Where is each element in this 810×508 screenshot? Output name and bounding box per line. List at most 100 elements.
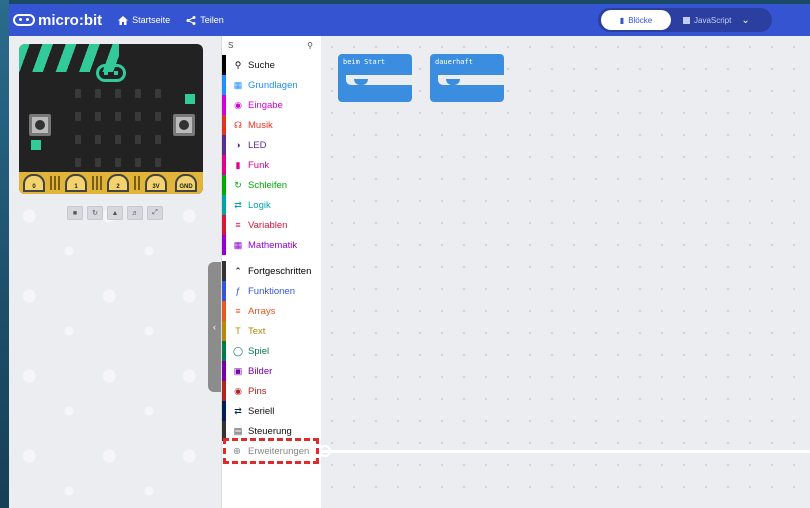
toolbox-search[interactable]: S ⚲ — [222, 36, 321, 55]
control-icon: ▤ — [233, 425, 243, 436]
led — [155, 112, 161, 121]
category-label: Eingabe — [248, 99, 283, 111]
category-spiel[interactable]: ◯ Spiel — [222, 341, 321, 361]
category-logik[interactable]: ⇄ Logik — [222, 195, 321, 215]
button-a[interactable] — [29, 114, 51, 136]
pin-3v[interactable]: 3V — [145, 174, 167, 192]
puzzle-icon: ▮ — [619, 15, 625, 25]
category-advanced[interactable]: ⌃ Fortgeschritten — [222, 261, 321, 281]
category-label: Funk — [248, 159, 270, 171]
pin-gnd[interactable]: GND — [175, 174, 197, 192]
category-label: Funktionen — [248, 285, 296, 297]
guide-line — [319, 450, 810, 453]
category-label: Schleifen — [248, 179, 288, 191]
simulator-controls: ■ ↻ ▲ ♬ ⤢ — [67, 206, 167, 220]
led — [135, 135, 141, 144]
category-musik[interactable]: ☊ Musik — [222, 115, 321, 135]
collapse-simulator-handle[interactable]: ‹ — [208, 262, 221, 392]
category-label: Arrays — [248, 305, 276, 317]
pin-0[interactable]: 0 — [23, 174, 45, 192]
restart-icon[interactable]: ↻ — [87, 206, 103, 220]
microbit-logo-icon — [13, 14, 35, 26]
javascript-mode-button[interactable]: JavaScript — [683, 16, 731, 25]
plus-circle-icon: ⊕ — [233, 445, 241, 457]
led — [115, 89, 121, 98]
share-label: Teilen — [200, 15, 224, 25]
blocks-mode-label: Blöcke — [628, 15, 653, 25]
brand-logo[interactable]: micro:bit — [13, 12, 102, 29]
category-eingabe[interactable]: ◉ Eingabe — [222, 95, 321, 115]
category-label: LED — [248, 139, 267, 151]
led — [135, 112, 141, 121]
category-text[interactable]: T Text — [222, 321, 321, 341]
led — [75, 89, 81, 98]
fullscreen-icon[interactable]: ⤢ — [147, 206, 163, 220]
pin-small — [92, 176, 94, 190]
category-pins[interactable]: ◉ Pins — [222, 381, 321, 401]
category-label: Spiel — [248, 345, 270, 357]
category-steuerung[interactable]: ▤ Steuerung — [222, 421, 321, 441]
category-seriell[interactable]: ⇄ Seriell — [222, 401, 321, 421]
pin-small — [96, 176, 98, 190]
stop-icon[interactable]: ■ — [67, 206, 83, 220]
signal-icon: ▮ — [235, 159, 241, 170]
category-variablen[interactable]: ≡ Variablen — [222, 215, 321, 235]
category-funktionen[interactable]: ƒ Funktionen — [222, 281, 321, 301]
category-label: Erweiterungen — [248, 445, 310, 457]
led — [115, 158, 121, 167]
category-label: Bilder — [248, 365, 273, 377]
toolbox: S ⚲ ⚲ Suche ▦ Grundlagen ◉ Eingabe ☊ Musik ◑ LED ▮… — [221, 36, 321, 508]
simulator-panel: 0 1 2 3V GND ■ ↻ ▲ ♬ ⤢ — [9, 36, 221, 508]
led — [95, 89, 101, 98]
led — [155, 89, 161, 98]
led — [75, 135, 81, 144]
search-icon: ⚲ — [234, 59, 242, 70]
category-suche[interactable]: ⚲ Suche — [222, 55, 321, 75]
editor-mode-toggle: ▮ Blöcke JavaScript ⌄ — [598, 8, 772, 32]
search-input[interactable]: S — [228, 41, 233, 50]
block-forever[interactable]: dauerhaft — [430, 54, 504, 102]
button-b[interactable] — [173, 114, 195, 136]
category-funk[interactable]: ▮ Funk — [222, 155, 321, 175]
brand-name: micro:bit — [38, 11, 103, 29]
block-workspace[interactable]: beim Start dauerhaft — [321, 36, 810, 508]
guide-dot — [319, 445, 331, 457]
pin-small — [134, 176, 136, 190]
led — [95, 112, 101, 121]
list-icon: ≡ — [235, 306, 241, 316]
search-icon: ⚲ — [307, 41, 313, 50]
home-button[interactable]: Startseite — [118, 15, 170, 25]
category-label: Steuerung — [248, 425, 292, 437]
category-grundlagen[interactable]: ▦ Grundlagen — [222, 75, 321, 95]
led — [135, 89, 141, 98]
category-mathematik[interactable]: ▦ Mathematik — [222, 235, 321, 255]
button-b-label — [185, 94, 195, 104]
share-button[interactable]: Teilen — [186, 15, 224, 25]
category-extensions[interactable]: ⊕ Erweiterungen — [222, 441, 321, 461]
pin-1[interactable]: 1 — [65, 174, 87, 192]
board-logo-icon[interactable] — [96, 64, 126, 82]
chevron-left-icon: ‹ — [213, 322, 216, 332]
blocks-mode-button[interactable]: ▮ Blöcke — [601, 10, 671, 30]
pin-2[interactable]: 2 — [107, 174, 129, 192]
calculator-icon: ▦ — [233, 239, 243, 250]
list-icon: ≡ — [235, 220, 241, 230]
category-label: Musik — [248, 119, 273, 131]
chevron-down-icon[interactable]: ⌄ — [741, 15, 749, 26]
share-icon — [186, 15, 196, 25]
led-matrix — [75, 89, 161, 167]
usb-icon: ⇄ — [234, 405, 242, 416]
led — [115, 112, 121, 121]
category-arrays[interactable]: ≡ Arrays — [222, 301, 321, 321]
category-schleifen[interactable]: ↻ Schleifen — [222, 175, 321, 195]
debug-icon[interactable]: ▲ — [107, 206, 123, 220]
pin-small — [138, 176, 140, 190]
chevron-up-icon: ⌃ — [234, 265, 242, 276]
mute-icon[interactable]: ♬ — [127, 206, 143, 220]
microbit-board: 0 1 2 3V GND — [19, 44, 203, 194]
category-bilder[interactable]: ▣ Bilder — [222, 361, 321, 381]
refresh-icon: ↻ — [234, 179, 242, 190]
block-on-start[interactable]: beim Start — [338, 54, 412, 102]
category-led[interactable]: ◑ LED — [222, 135, 321, 155]
category-label: Mathematik — [248, 239, 298, 251]
